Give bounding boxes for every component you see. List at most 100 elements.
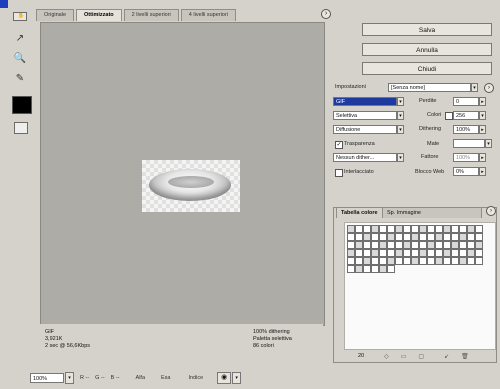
color-swatch[interactable] [387, 257, 395, 265]
color-swatch[interactable] [363, 257, 371, 265]
color-swatch[interactable] [451, 257, 459, 265]
view-menu-button[interactable]: › [321, 9, 331, 19]
slice-select-tool-icon[interactable]: ↗ [13, 32, 27, 44]
eyedropper-tool-icon[interactable]: ✎ [13, 72, 27, 84]
add-color-icon[interactable]: ▢ [418, 353, 424, 360]
color-swatch[interactable] [355, 225, 363, 233]
colors-lock-icon[interactable] [445, 112, 453, 120]
amount-arrow-icon[interactable]: ▸ [479, 153, 486, 162]
color-swatch[interactable] [443, 233, 451, 241]
color-swatch[interactable] [435, 225, 443, 233]
eyedropper-color-swatch[interactable] [12, 96, 32, 114]
color-swatch[interactable] [435, 233, 443, 241]
color-swatch[interactable] [355, 257, 363, 265]
palette-select[interactable]: Selettiva [333, 111, 397, 120]
color-swatch[interactable] [395, 257, 403, 265]
amount-input[interactable]: 100% [453, 153, 479, 162]
color-swatch[interactable] [395, 233, 403, 241]
tab-2-up[interactable]: 2 livelli superiori [123, 9, 179, 21]
color-swatch[interactable] [427, 225, 435, 233]
color-swatch[interactable] [459, 257, 467, 265]
color-swatch[interactable] [475, 257, 483, 265]
color-swatch[interactable] [387, 241, 395, 249]
dither-select[interactable]: Diffusione [333, 125, 397, 134]
color-swatch[interactable] [427, 233, 435, 241]
tab-4-up[interactable]: 4 livelli superiori [180, 9, 236, 21]
color-swatch[interactable] [371, 257, 379, 265]
color-swatch[interactable] [443, 225, 451, 233]
web-snap-arrow-icon[interactable]: ▸ [479, 167, 486, 176]
color-swatch[interactable] [403, 257, 411, 265]
color-swatch[interactable] [467, 257, 475, 265]
transparency-dither-arrow-icon[interactable]: ▾ [397, 153, 404, 162]
color-swatch[interactable] [459, 233, 467, 241]
color-swatch[interactable] [347, 225, 355, 233]
color-swatch[interactable] [435, 257, 443, 265]
color-swatch[interactable] [355, 233, 363, 241]
color-swatch[interactable] [427, 257, 435, 265]
save-button[interactable]: Salva [362, 23, 492, 36]
color-swatch[interactable] [467, 249, 475, 257]
preview-canvas[interactable] [40, 22, 325, 326]
color-swatch[interactable] [355, 241, 363, 249]
color-swatch[interactable] [379, 265, 387, 273]
delete-color-icon[interactable]: 🗑 [461, 353, 469, 360]
tab-color-table[interactable]: Tabella colore [336, 207, 383, 218]
color-swatch[interactable] [451, 233, 459, 241]
color-swatch[interactable] [371, 265, 379, 273]
new-color-icon[interactable]: ↙ [444, 353, 449, 360]
zoom-select[interactable]: 100% [30, 373, 64, 383]
tab-optimized[interactable]: Ottimizzato [76, 9, 122, 21]
color-swatch[interactable] [435, 249, 443, 257]
color-swatch[interactable] [355, 265, 363, 273]
dither-arrow-icon[interactable]: ▾ [397, 125, 404, 134]
tab-image-size[interactable]: Sp. Immagine [382, 207, 482, 218]
color-swatch[interactable] [451, 249, 459, 257]
zoom-tool-icon[interactable]: 🔍 [13, 52, 27, 64]
browser-dropdown-arrow-icon[interactable]: ▾ [232, 372, 242, 384]
color-swatch[interactable] [419, 225, 427, 233]
color-swatch[interactable] [371, 241, 379, 249]
color-swatch[interactable] [411, 249, 419, 257]
color-swatch[interactable] [411, 225, 419, 233]
preview-in-browser-icon[interactable]: ◉ [217, 372, 232, 384]
color-swatch[interactable] [387, 249, 395, 257]
color-swatch[interactable] [459, 225, 467, 233]
color-swatch[interactable] [363, 233, 371, 241]
color-swatch[interactable] [347, 257, 355, 265]
color-swatch[interactable] [379, 249, 387, 257]
color-swatch[interactable] [379, 241, 387, 249]
preset-arrow-icon[interactable]: ▾ [471, 83, 478, 92]
color-swatch[interactable] [459, 249, 467, 257]
color-swatch[interactable] [371, 233, 379, 241]
loss-arrow-icon[interactable]: ▸ [479, 97, 486, 106]
color-table-grid-area[interactable] [344, 222, 496, 350]
color-swatch[interactable] [379, 257, 387, 265]
color-swatch[interactable] [459, 241, 467, 249]
color-swatch[interactable] [379, 225, 387, 233]
colors-input[interactable]: 256 [453, 111, 479, 120]
color-swatch[interactable] [347, 233, 355, 241]
color-swatch[interactable] [395, 241, 403, 249]
color-swatch[interactable] [419, 241, 427, 249]
color-swatch[interactable] [411, 233, 419, 241]
color-swatch[interactable] [403, 249, 411, 257]
color-swatch[interactable] [419, 233, 427, 241]
color-swatch[interactable] [451, 225, 459, 233]
color-swatch[interactable] [435, 241, 443, 249]
color-swatch[interactable] [467, 233, 475, 241]
web-snap-input[interactable]: 0% [453, 167, 479, 176]
color-swatch[interactable] [443, 257, 451, 265]
loss-input[interactable]: 0 [453, 97, 479, 106]
color-swatch[interactable] [467, 225, 475, 233]
color-table-menu-button[interactable]: › [486, 206, 496, 216]
color-swatch[interactable] [387, 233, 395, 241]
color-swatch[interactable] [411, 257, 419, 265]
color-swatch[interactable] [355, 249, 363, 257]
color-swatch[interactable] [347, 241, 355, 249]
color-swatch[interactable] [475, 225, 483, 233]
interlaced-checkbox[interactable] [335, 169, 343, 177]
matte-color[interactable] [453, 139, 485, 148]
color-swatch[interactable] [403, 225, 411, 233]
color-swatch[interactable] [443, 241, 451, 249]
